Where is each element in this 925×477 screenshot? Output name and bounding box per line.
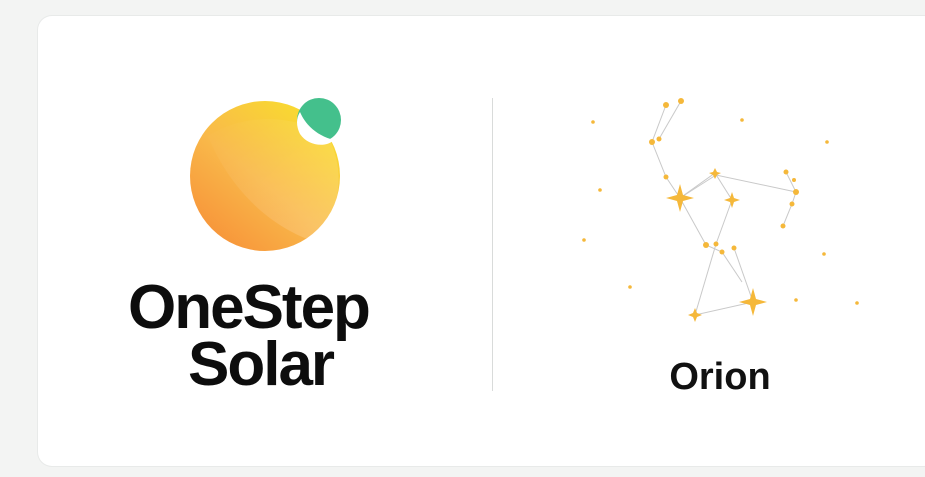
brand-name-line2: Solar	[188, 330, 335, 399]
orion-constellation-icon	[582, 98, 859, 322]
product-name: Orion	[669, 356, 771, 398]
sun-globe-logo-icon	[190, 98, 341, 251]
divider	[492, 98, 493, 391]
